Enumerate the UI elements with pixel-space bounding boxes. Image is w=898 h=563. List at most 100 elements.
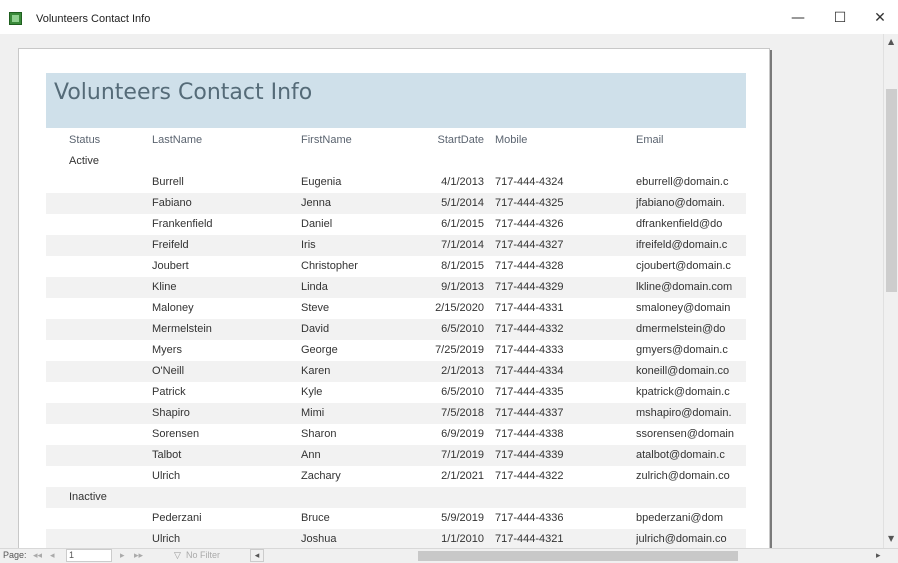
column-header-firstname: FirstName — [301, 134, 352, 146]
startdate-cell: 2/1/2021 — [441, 470, 484, 482]
horizontal-scroll-thumb[interactable] — [418, 551, 738, 561]
table-row: Ulrich Joshua 1/1/2010 717-444-4321 julrich@… — [46, 529, 746, 548]
firstname-cell: Ann — [301, 449, 321, 461]
scroll-up-icon[interactable]: ▲ — [888, 37, 894, 46]
startdate-cell: 2/15/2020 — [435, 302, 484, 314]
table-row: Burrell Eugenia 4/1/2013 717-444-4324 eburre… — [46, 172, 746, 193]
group-header: Inactive — [69, 491, 107, 503]
mobile-cell: 717-444-4328 — [495, 260, 564, 272]
email-cell: koneill@domain.co — [636, 365, 730, 377]
mobile-cell: 717-444-4326 — [495, 218, 564, 230]
startdate-cell: 6/5/2010 — [441, 386, 484, 398]
table-row: Shapiro Mimi 7/5/2018 717-444-4337 mshapiro@… — [46, 403, 746, 424]
page-label: Page: — [3, 550, 27, 560]
maximize-button[interactable]: ☐ — [826, 6, 854, 30]
vertical-scrollbar[interactable]: ▲ ▼ — [883, 34, 898, 548]
table-row: Joubert Christopher 8/1/2015 717-444-4328 cj… — [46, 256, 746, 277]
page-number-input[interactable]: 1 — [66, 549, 112, 562]
first-page-icon[interactable]: ◂◂ — [33, 550, 42, 561]
firstname-cell: Christopher — [301, 260, 358, 272]
startdate-cell: 7/25/2019 — [435, 344, 484, 356]
table-row: Patrick Kyle 6/5/2010 717-444-4335 kpatrick@… — [46, 382, 746, 403]
firstname-cell: Daniel — [301, 218, 333, 230]
startdate-cell: 7/1/2019 — [441, 449, 484, 461]
firstname-cell: David — [301, 323, 330, 335]
email-cell: ifreifeld@domain.c — [636, 239, 728, 251]
close-button[interactable]: ✕ — [866, 6, 894, 30]
email-cell: mshapiro@domain. — [636, 407, 732, 419]
mobile-cell: 717-444-4322 — [495, 470, 564, 482]
column-header-mobile: Mobile — [495, 134, 528, 146]
mobile-cell: 717-444-4324 — [495, 176, 564, 188]
lastname-cell: Pederzani — [152, 512, 202, 524]
startdate-cell: 4/1/2013 — [441, 176, 484, 188]
lastname-cell: Ulrich — [152, 533, 181, 545]
firstname-cell: Jenna — [301, 197, 331, 209]
minimize-button[interactable]: — — [784, 6, 812, 30]
table-row: Kline Linda 9/1/2013 717-444-4329 lkline@dom… — [46, 277, 746, 298]
lastname-cell: Talbot — [152, 449, 182, 461]
lastname-cell: Freifeld — [152, 239, 189, 251]
email-cell: ssorensen@domain — [636, 428, 734, 440]
scroll-down-icon[interactable]: ▼ — [888, 534, 894, 543]
scroll-left-icon[interactable]: ◂ — [250, 549, 264, 562]
table-row: Talbot Ann 7/1/2019 717-444-4339 atalbot@dom… — [46, 445, 746, 466]
app-icon — [9, 12, 22, 25]
group-band — [46, 487, 746, 508]
email-cell: dmermelstein@do — [636, 323, 726, 335]
next-page-icon[interactable]: ▸ — [120, 550, 125, 561]
lastname-cell: O'Neill — [152, 365, 185, 377]
last-page-icon[interactable]: ▸▸ — [134, 550, 143, 561]
mobile-cell: 717-444-4327 — [495, 239, 564, 251]
table-row: Myers George 7/25/2019 717-444-4333 gmyers@d… — [46, 340, 746, 361]
report-title: Volunteers Contact Info — [54, 80, 313, 105]
startdate-cell: 1/1/2010 — [441, 533, 484, 545]
title-bar: Volunteers Contact Info — ☐ ✕ — [0, 0, 898, 35]
startdate-cell: 5/1/2014 — [441, 197, 484, 209]
column-header-status: Status — [69, 134, 101, 146]
report-page: Volunteers Contact Info Status LastName … — [18, 48, 770, 548]
email-cell: jfabiano@domain. — [636, 197, 725, 209]
scroll-thumb[interactable] — [886, 89, 897, 292]
startdate-cell: 6/1/2015 — [441, 218, 484, 230]
lastname-cell: Joubert — [152, 260, 189, 272]
no-filter-label[interactable]: No Filter — [186, 550, 220, 560]
scroll-right-icon[interactable]: ▸ — [876, 550, 881, 561]
email-cell: dfrankenfield@do — [636, 218, 723, 230]
firstname-cell: Sharon — [301, 428, 337, 440]
firstname-cell: Linda — [301, 281, 328, 293]
lastname-cell: Burrell — [152, 176, 184, 188]
email-cell: gmyers@domain.c — [636, 344, 728, 356]
mobile-cell: 717-444-4337 — [495, 407, 564, 419]
table-row: Pederzani Bruce 5/9/2019 717-444-4336 bpeder… — [46, 508, 746, 529]
email-cell: atalbot@domain.c — [636, 449, 725, 461]
table-row: Frankenfield Daniel 6/1/2015 717-444-4326 df… — [46, 214, 746, 235]
email-cell: cjoubert@domain.c — [636, 260, 731, 272]
firstname-cell: George — [301, 344, 338, 356]
firstname-cell: Karen — [301, 365, 331, 377]
startdate-cell: 7/5/2018 — [441, 407, 484, 419]
mobile-cell: 717-444-4338 — [495, 428, 564, 440]
startdate-cell: 2/1/2013 — [441, 365, 484, 377]
mobile-cell: 717-444-4329 — [495, 281, 564, 293]
group-header: Active — [69, 155, 99, 167]
filter-icon[interactable]: ▽ — [174, 550, 181, 561]
firstname-cell: Joshua — [301, 533, 337, 545]
mobile-cell: 717-444-4325 — [495, 197, 564, 209]
startdate-cell: 8/1/2015 — [441, 260, 484, 272]
lastname-cell: Myers — [152, 344, 182, 356]
firstname-cell: Steve — [301, 302, 330, 314]
email-cell: smaloney@domain — [636, 302, 731, 314]
prev-page-icon[interactable]: ◂ — [50, 550, 55, 561]
email-cell: zulrich@domain.co — [636, 470, 730, 482]
lastname-cell: Frankenfield — [152, 218, 213, 230]
firstname-cell: Eugenia — [301, 176, 342, 188]
window-title: Volunteers Contact Info — [36, 13, 151, 25]
lastname-cell: Mermelstein — [152, 323, 212, 335]
mobile-cell: 717-444-4331 — [495, 302, 564, 314]
column-header-email: Email — [636, 134, 664, 146]
email-cell: kpatrick@domain.c — [636, 386, 730, 398]
startdate-cell: 9/1/2013 — [441, 281, 484, 293]
lastname-cell: Fabiano — [152, 197, 192, 209]
table-row: Maloney Steve 2/15/2020 717-444-4331 smalone… — [46, 298, 746, 319]
